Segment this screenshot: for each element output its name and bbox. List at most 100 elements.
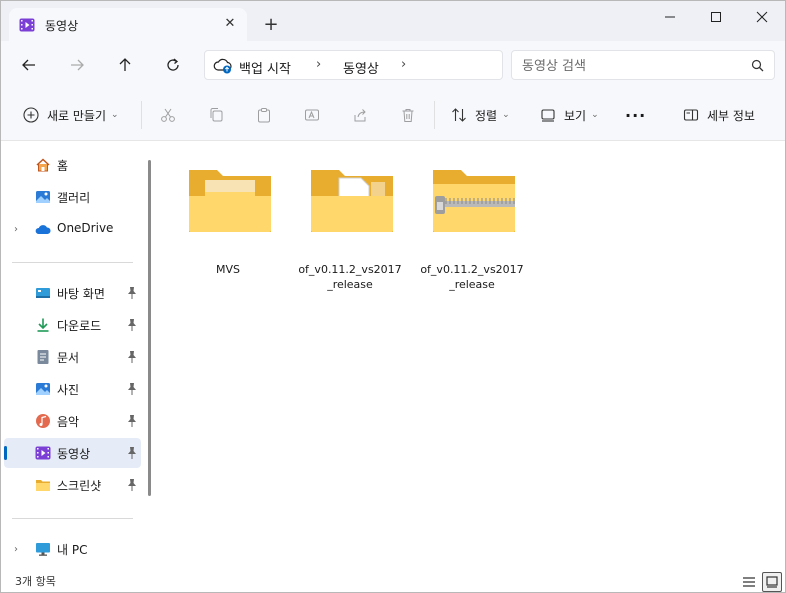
pin-icon[interactable] — [126, 478, 138, 492]
search-input[interactable] — [522, 56, 742, 76]
sidebar-item-home[interactable]: 홈 — [4, 150, 141, 180]
paste-button[interactable] — [256, 103, 272, 127]
pin-icon[interactable] — [126, 286, 138, 300]
sidebar-item-pictures[interactable]: 사진 — [4, 374, 141, 404]
back-button[interactable] — [17, 53, 41, 77]
refresh-icon — [167, 58, 179, 71]
sidebar-item-screenshots[interactable]: 스크린샷 — [4, 470, 141, 500]
videos-icon — [35, 446, 51, 460]
arrow-right-icon — [71, 59, 84, 71]
share-button[interactable] — [352, 103, 368, 127]
home-icon — [36, 158, 50, 172]
close-window-button[interactable] — [739, 1, 785, 33]
sidebar-item-documents[interactable]: 문서 — [4, 342, 141, 372]
sidebar-item-downloads[interactable]: 다운로드 — [4, 310, 141, 340]
maximize-button[interactable] — [693, 1, 739, 33]
command-bar: 새로 만들기 ⌄ 정렬 ⌄ 보기 ⌄ ··· 세부 정보 — [1, 89, 785, 141]
share-icon — [354, 109, 366, 122]
search-icon[interactable] — [750, 58, 766, 74]
sort-button[interactable]: 정렬 ⌄ — [451, 103, 510, 127]
sidebar-item-desktop[interactable]: 바탕 화면 — [4, 278, 141, 308]
scissors-icon — [161, 108, 175, 122]
sidebar-item-label: 음악 — [57, 415, 80, 429]
sidebar-item-music[interactable]: 음악 — [4, 406, 141, 436]
clipboard-icon — [258, 108, 270, 123]
list-view-icon — [743, 577, 755, 587]
onedrive-icon — [35, 225, 51, 234]
refresh-button[interactable] — [161, 53, 185, 77]
tab-title: 동영상 — [45, 19, 79, 33]
sidebar-divider — [12, 518, 133, 519]
chevron-right-icon[interactable]: › — [401, 57, 406, 72]
more-options-button[interactable]: ··· — [625, 103, 646, 127]
sidebar-item-gallery[interactable]: 갤러리 — [4, 182, 141, 212]
sort-label: 정렬 — [475, 108, 498, 123]
pin-icon[interactable] — [126, 382, 138, 396]
zip-folder-icon — [433, 170, 515, 232]
arrow-up-icon — [119, 58, 131, 71]
pin-icon[interactable] — [126, 446, 138, 460]
address-bar[interactable]: 백업 시작 › 동영상 › — [204, 50, 503, 80]
more-options-label: ··· — [625, 105, 647, 125]
sidebar-item-label: 갤러리 — [57, 191, 91, 205]
rename-button[interactable] — [304, 103, 320, 127]
sidebar-item-label: 내 PC — [57, 543, 88, 557]
pin-icon[interactable] — [126, 350, 138, 364]
minimize-button[interactable] — [647, 1, 693, 33]
desktop-icon — [36, 288, 50, 298]
downloads-icon — [37, 318, 49, 332]
details-view-button[interactable] — [739, 572, 759, 592]
navigation-pane: 홈 갤러리 › OneDrive 바탕 화면 다운로드 문서 사진 음악 동영상… — [1, 142, 151, 570]
item-count: 3개 항목 — [15, 575, 56, 588]
sidebar-item-onedrive[interactable]: › OneDrive — [4, 214, 141, 244]
details-pane-button[interactable]: 세부 정보 — [683, 103, 755, 127]
copy-button[interactable] — [208, 103, 224, 127]
delete-button[interactable] — [400, 103, 416, 127]
view-layout-icon — [541, 109, 555, 122]
up-button[interactable] — [113, 53, 137, 77]
breadcrumb-videos[interactable]: 동영상 — [343, 58, 379, 77]
address-row: 백업 시작 › 동영상 › — [1, 41, 785, 89]
rename-icon — [305, 109, 319, 121]
file-name: of_v0.11.2_vs2017_release — [298, 263, 402, 291]
arrow-left-icon — [22, 59, 35, 71]
trash-icon — [402, 109, 414, 122]
search-box[interactable] — [511, 50, 775, 80]
breadcrumb-backup-start[interactable]: 백업 시작 — [239, 58, 291, 77]
chevron-down-icon: ⌄ — [591, 110, 599, 120]
file-item-mvs[interactable]: MVS — [175, 156, 281, 286]
large-icons-view-button[interactable] — [762, 572, 782, 592]
sidebar-item-label: OneDrive — [57, 221, 114, 235]
sidebar-item-this-pc[interactable]: › 내 PC — [4, 534, 141, 564]
cut-button[interactable] — [160, 103, 176, 127]
sidebar-item-label: 다운로드 — [57, 319, 102, 333]
pin-icon[interactable] — [126, 414, 138, 428]
chevron-right-icon[interactable]: › — [316, 57, 321, 72]
forward-button[interactable] — [65, 53, 89, 77]
large-icons-view-icon — [766, 576, 778, 588]
chevron-down-icon: ⌄ — [502, 110, 510, 120]
documents-icon — [37, 350, 49, 364]
sidebar-item-label: 사진 — [57, 383, 80, 397]
file-item-of-folder[interactable]: of_v0.11.2_vs2017_release — [297, 156, 403, 291]
pin-icon[interactable] — [126, 318, 138, 332]
cloud-backup-icon — [213, 58, 232, 74]
chevron-right-icon[interactable]: › — [14, 224, 18, 235]
chevron-down-icon: ⌄ — [111, 110, 119, 120]
view-button[interactable]: 보기 ⌄ — [540, 103, 599, 127]
new-button[interactable]: 새로 만들기 ⌄ — [23, 103, 119, 127]
details-pane-icon — [683, 109, 699, 121]
this-pc-icon — [36, 543, 50, 556]
folder-icon — [189, 170, 271, 232]
sidebar-item-videos[interactable]: 동영상 — [4, 438, 141, 468]
sidebar-item-label: 동영상 — [57, 447, 91, 461]
folder-icon — [36, 480, 50, 491]
new-tab-button[interactable]: + — [259, 14, 283, 38]
divider — [141, 101, 142, 129]
tab-videos[interactable]: 동영상 ✕ — [9, 8, 247, 42]
chevron-right-icon[interactable]: › — [14, 544, 18, 555]
file-name: MVS — [216, 263, 240, 276]
close-tab-icon[interactable]: ✕ — [221, 15, 239, 33]
file-item-of-zip[interactable]: of_v0.11.2_vs2017_release — [419, 156, 525, 291]
sidebar-scrollbar[interactable] — [148, 160, 151, 496]
